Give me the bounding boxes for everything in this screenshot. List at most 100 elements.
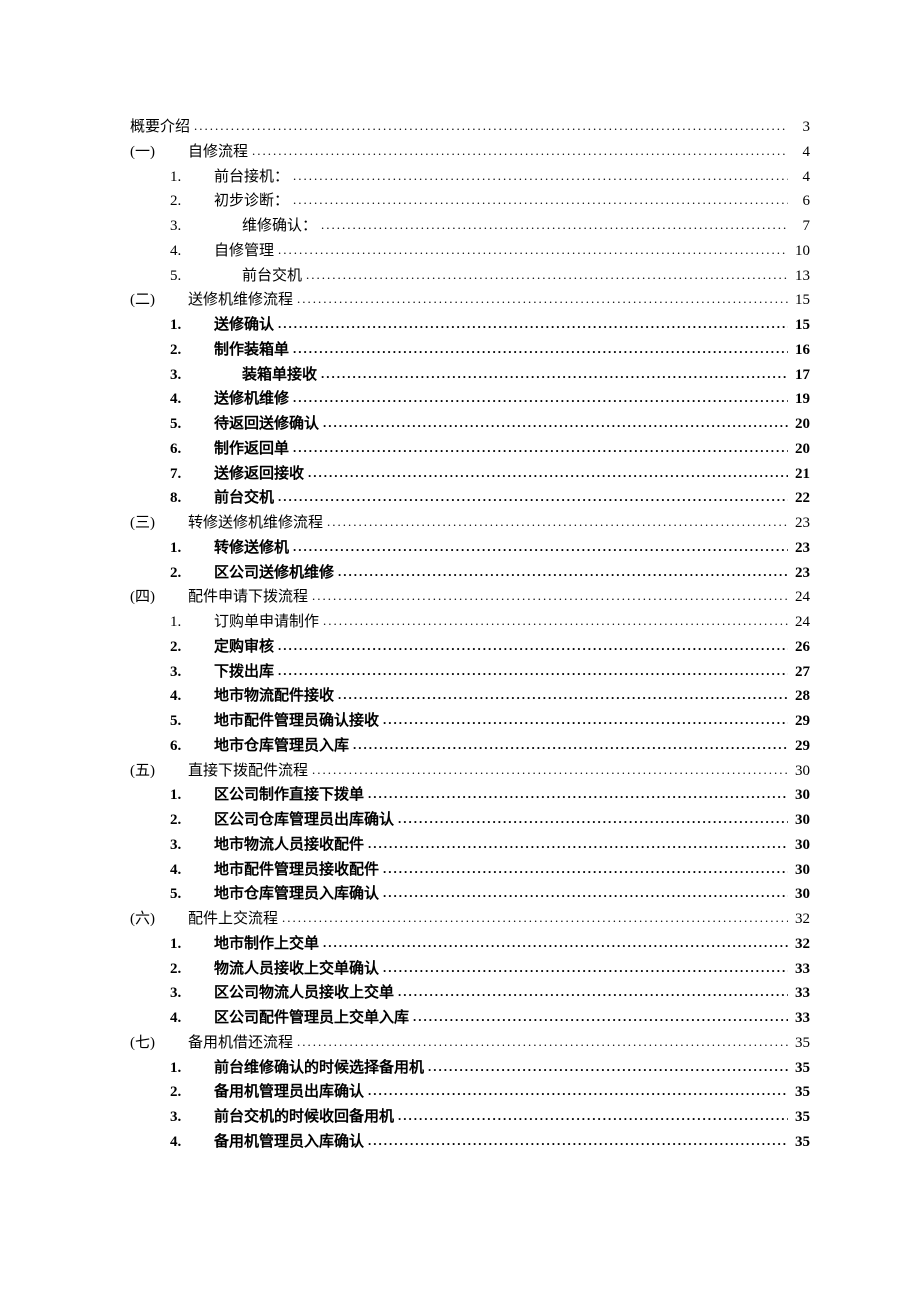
toc-entry-page: 21 [790, 462, 810, 487]
toc-entry-number: 2. [170, 189, 196, 214]
toc-entry: (七)备用机借还流程35 [130, 1031, 810, 1056]
toc-entry: 5.前台交机13 [170, 264, 810, 289]
toc-entry-number: 4. [170, 239, 196, 264]
toc-entry-title: 区公司送修机维修 [214, 561, 334, 586]
toc-leader-dots [428, 1056, 788, 1077]
toc-leader-dots [293, 387, 788, 408]
toc-entry: 1.送修确认15 [170, 313, 810, 338]
toc-entry-page: 30 [790, 808, 810, 833]
toc-entry: (五)直接下拨配件流程30 [130, 759, 810, 784]
toc-leader-dots [282, 907, 788, 928]
toc-entry-title: 地市制作上交单 [214, 932, 319, 957]
toc-entry: (二)送修机维修流程15 [130, 288, 810, 313]
toc-entry-number: 1. [170, 536, 196, 561]
toc-entry: 8.前台交机22 [170, 486, 810, 511]
toc-entry-page: 15 [790, 288, 810, 313]
toc-entry-title: 物流人员接收上交单确认 [214, 957, 379, 982]
toc-entry-page: 10 [790, 239, 810, 264]
toc-entry-number: 5. [170, 709, 196, 734]
toc-entry-title: 地市仓库管理员入库确认 [214, 882, 379, 907]
toc-entry-title: 维修确认： [242, 214, 317, 239]
toc-entry: (六) 配件上交流程 32 [130, 907, 810, 932]
toc-leader-dots [338, 684, 788, 705]
toc-entry-title: 送修机维修流程 [188, 288, 293, 313]
toc-leader-dots [413, 1006, 788, 1027]
toc-entry: 4.地市物流配件接收28 [170, 684, 810, 709]
toc-entry-title: 制作返回单 [214, 437, 289, 462]
toc-entry-number: 4. [170, 684, 196, 709]
toc-entry-title: 配件申请下拨流程 [188, 585, 308, 610]
toc-entry-number: 5. [170, 264, 196, 289]
toc-entry-page: 23 [790, 511, 810, 536]
toc-entry: 4.备用机管理员入库确认35 [170, 1130, 810, 1155]
toc-entry: 1.前台维修确认的时候选择备用机35 [170, 1056, 810, 1081]
toc-leader-dots [368, 1130, 788, 1151]
toc-entry-page: 29 [790, 734, 810, 759]
toc-entry: 4.区公司配件管理员上交单入库33 [170, 1006, 810, 1031]
toc-entry-title: 送修机维修 [214, 387, 289, 412]
toc-entry-title: 概要介绍 [130, 115, 190, 140]
toc-entry-number: 4. [170, 858, 196, 883]
toc-entry-title: 前台交机 [214, 486, 274, 511]
toc-entry-page: 26 [790, 635, 810, 660]
toc-entry-number: 1. [170, 165, 196, 190]
toc-entry-page: 33 [790, 981, 810, 1006]
toc-entry-title: 前台接机： [214, 165, 289, 190]
toc-entry-page: 33 [790, 957, 810, 982]
toc-entry-title: 装箱单接收 [242, 363, 317, 388]
toc-entry-page: 32 [790, 907, 810, 932]
toc-entry: 2.制作装箱单16 [170, 338, 810, 363]
toc-entry-page: 33 [790, 1006, 810, 1031]
toc-entry-title: 前台交机 [242, 264, 302, 289]
toc-leader-dots [312, 585, 788, 606]
toc-entry-title: 下拨出库 [214, 660, 274, 685]
toc-entry-title: 送修返回接收 [214, 462, 304, 487]
toc-entry-page: 30 [790, 858, 810, 883]
toc-entry-number: 2. [170, 635, 196, 660]
toc-entry-number: 3. [170, 363, 196, 388]
toc-leader-dots [338, 561, 788, 582]
toc-leader-dots [368, 833, 788, 854]
toc-leader-dots [398, 981, 788, 1002]
toc-entry-number: (三) [130, 511, 170, 536]
toc-leader-dots [368, 783, 788, 804]
toc-entry: 2.区公司送修机维修23 [170, 561, 810, 586]
toc-entry-number: 2. [170, 808, 196, 833]
toc-entry-title: 订购单申请制作 [214, 610, 319, 635]
toc-entry-page: 29 [790, 709, 810, 734]
toc-leader-dots [306, 264, 788, 285]
toc-entry-page: 4 [790, 140, 810, 165]
toc-entry-page: 30 [790, 783, 810, 808]
toc-entry-page: 35 [790, 1080, 810, 1105]
toc-entry-title: 初步诊断： [214, 189, 289, 214]
toc-entry-page: 22 [790, 486, 810, 511]
toc-leader-dots [194, 115, 788, 136]
toc-entry-number: 6. [170, 734, 196, 759]
toc-entry: 5.待返回送修确认20 [170, 412, 810, 437]
toc-entry-page: 20 [790, 412, 810, 437]
toc-leader-dots [278, 660, 788, 681]
toc-entry-page: 27 [790, 660, 810, 685]
toc-entry-number: (六) [130, 907, 170, 932]
toc-leader-dots [293, 437, 788, 458]
toc-entry: 2.区公司仓库管理员出库确认30 [170, 808, 810, 833]
toc-entry-page: 24 [790, 585, 810, 610]
toc-entry-number: 1. [170, 783, 196, 808]
toc-entry-page: 19 [790, 387, 810, 412]
toc-entry-number: 4. [170, 1006, 196, 1031]
toc-entry: 概要介绍3 [130, 115, 810, 140]
toc-entry: 1.区公司制作直接下拨单30 [170, 783, 810, 808]
toc-entry-page: 32 [790, 932, 810, 957]
toc-entry: 3.区公司物流人员接收上交单33 [170, 981, 810, 1006]
toc-entry: 2.初步诊断：6 [170, 189, 810, 214]
toc-leader-dots [293, 165, 788, 186]
toc-entry: (四)配件申请下拨流程24 [130, 585, 810, 610]
toc-leader-dots [293, 338, 788, 359]
toc-entry-page: 17 [790, 363, 810, 388]
toc-list: 概要介绍3(一)自修流程41.前台接机：42.初步诊断：63.维修确认：74.自… [130, 115, 810, 1155]
toc-entry-title: 地市物流人员接收配件 [214, 833, 364, 858]
toc-entry: 3.地市物流人员接收配件30 [170, 833, 810, 858]
toc-entry-title: 转修送修机维修流程 [188, 511, 323, 536]
toc-entry-number: 4. [170, 1130, 196, 1155]
toc-entry-title: 配件上交流程 [188, 907, 278, 932]
